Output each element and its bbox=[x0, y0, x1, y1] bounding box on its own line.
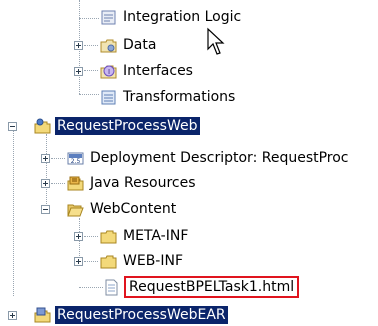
java-resources-icon bbox=[67, 175, 84, 192]
tree-item-label: Interfaces bbox=[123, 63, 193, 79]
tree-item-webcontent[interactable]: WebContent bbox=[41, 198, 178, 220]
expand-toggle[interactable] bbox=[74, 231, 83, 241]
expand-toggle[interactable] bbox=[41, 153, 50, 163]
web-project-icon bbox=[34, 118, 51, 135]
tree-item-web-inf[interactable]: WEB-INF bbox=[74, 250, 185, 272]
tree-connector bbox=[79, 287, 103, 288]
tree-item-integration-logic[interactable]: Integration Logic bbox=[100, 6, 243, 28]
collapse-toggle[interactable] bbox=[41, 204, 50, 214]
tree-item-label: WebContent bbox=[90, 201, 177, 217]
ear-project-icon bbox=[34, 307, 51, 324]
project-explorer-tree: Integration Logic Data I Interfaces Tran… bbox=[0, 0, 378, 326]
tree-item-label: Deployment Descriptor: RequestProc bbox=[90, 150, 349, 166]
tree-item-label: RequestProcessWeb bbox=[55, 117, 200, 135]
tree-item-meta-inf[interactable]: META-INF bbox=[74, 225, 190, 247]
folder-icon bbox=[100, 228, 117, 245]
interfaces-icon: I bbox=[100, 63, 117, 80]
tree-item-data[interactable]: Data bbox=[74, 34, 158, 56]
data-folder-icon bbox=[100, 37, 117, 54]
tree-item-label: Java Resources bbox=[90, 175, 196, 191]
expand-toggle[interactable] bbox=[74, 66, 83, 76]
tree-item-label: Transformations bbox=[123, 89, 236, 105]
tree-item-request-process-web-ear[interactable]: RequestProcessWebEAR bbox=[8, 304, 228, 326]
tree-item-transformations[interactable]: Transformations bbox=[100, 86, 237, 108]
tree-item-java-resources[interactable]: Java Resources bbox=[41, 172, 198, 194]
tree-item-label: Data bbox=[123, 37, 157, 53]
expand-toggle[interactable] bbox=[74, 40, 83, 50]
tree-item-label: META-INF bbox=[123, 228, 189, 244]
transformations-icon bbox=[100, 89, 117, 106]
tree-connector bbox=[13, 126, 14, 296]
expand-toggle[interactable] bbox=[8, 310, 17, 320]
tree-item-label: RequestProcessWebEAR bbox=[55, 306, 228, 324]
mouse-cursor-icon bbox=[206, 27, 228, 57]
deployment-descriptor-icon: 2.5 bbox=[67, 150, 84, 167]
tree-item-deployment-descriptor[interactable]: 2.5 Deployment Descriptor: RequestProc bbox=[41, 147, 351, 169]
html-file-icon bbox=[103, 279, 120, 296]
tree-item-interfaces[interactable]: I Interfaces bbox=[74, 60, 195, 82]
tree-item-request-process-web[interactable]: RequestProcessWeb bbox=[8, 115, 200, 137]
tree-item-label: RequestBPELTask1.html bbox=[124, 276, 300, 298]
folder-icon bbox=[100, 253, 117, 270]
expand-toggle[interactable] bbox=[41, 178, 50, 188]
integration-logic-icon bbox=[100, 9, 117, 26]
tree-item-label: WEB-INF bbox=[123, 253, 183, 269]
svg-text:I: I bbox=[108, 68, 110, 76]
collapse-toggle[interactable] bbox=[8, 121, 17, 131]
expand-toggle[interactable] bbox=[74, 256, 83, 266]
tree-connector bbox=[79, 94, 99, 95]
tree-connector bbox=[79, 18, 99, 19]
tree-item-request-bpel-task1-html[interactable]: RequestBPELTask1.html bbox=[103, 276, 300, 298]
svg-text:2.5: 2.5 bbox=[71, 158, 81, 165]
open-folder-icon bbox=[67, 201, 84, 218]
tree-item-label: Integration Logic bbox=[123, 9, 242, 25]
